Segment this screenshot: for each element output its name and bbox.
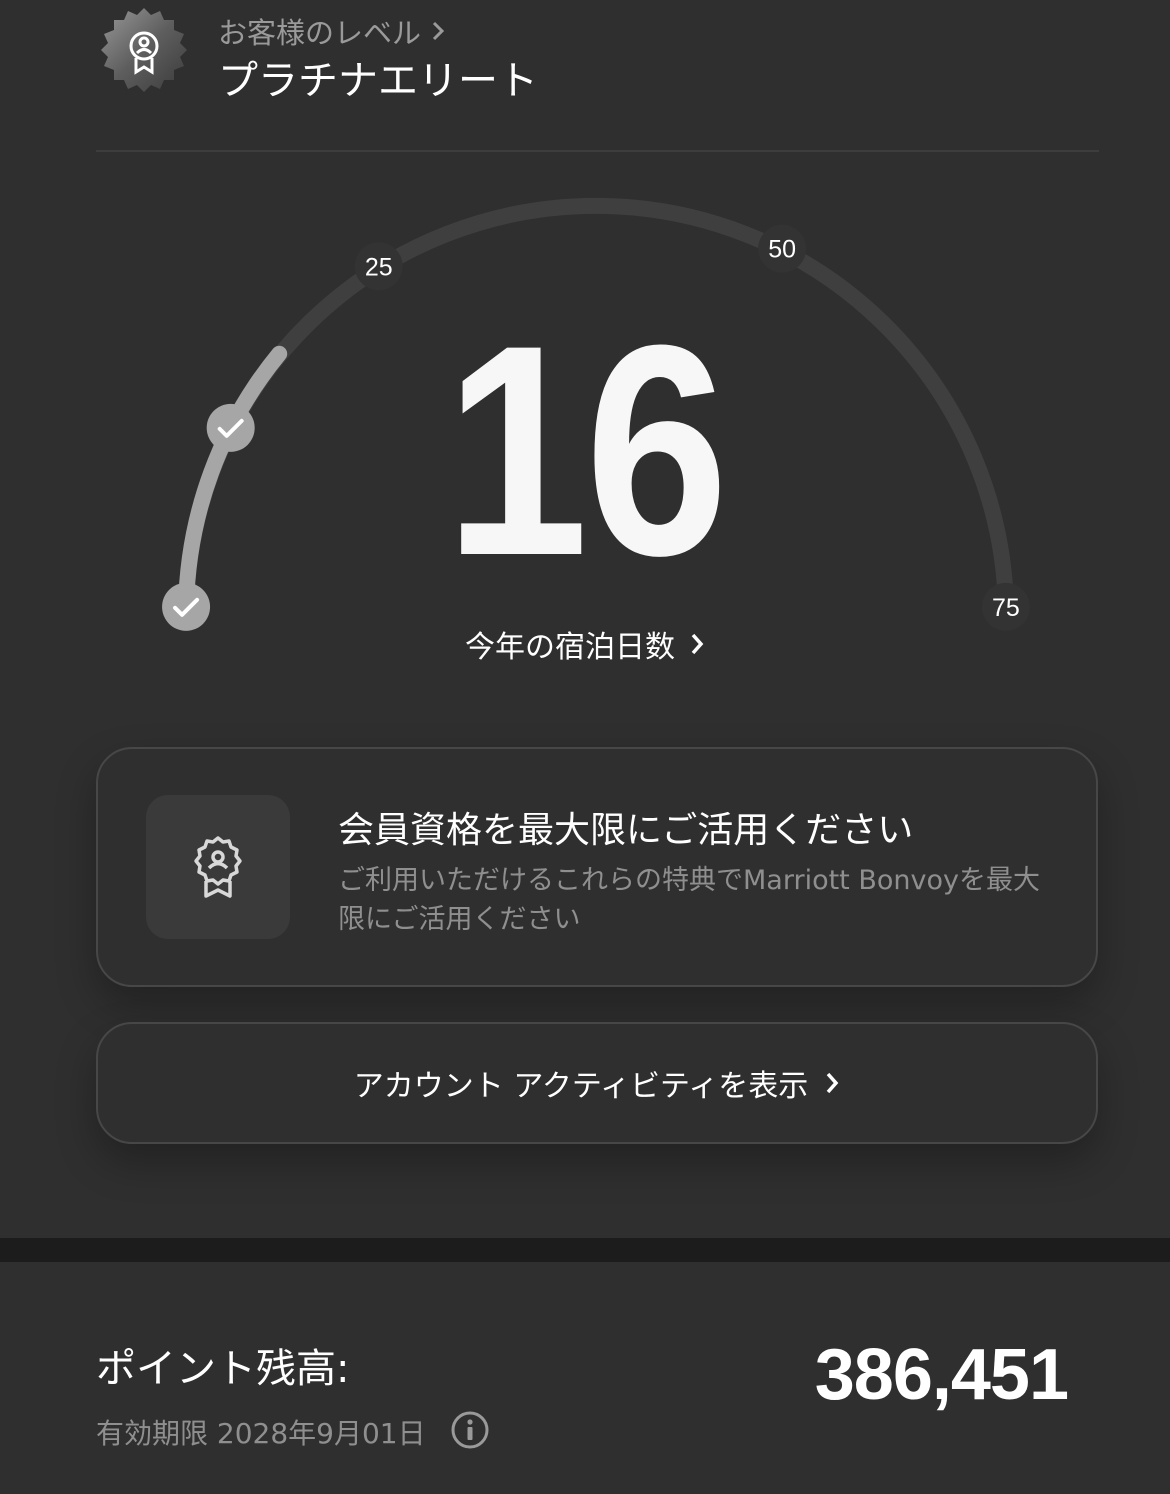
- milestone-label: 50: [768, 236, 796, 264]
- section-separator: [0, 1238, 1170, 1262]
- tier-name: プラチナエリート: [218, 58, 538, 104]
- milestone-label: 25: [365, 253, 393, 281]
- chevron-right-icon: [826, 1072, 839, 1094]
- info-icon[interactable]: [450, 1410, 490, 1450]
- milestone-marker: 50: [758, 224, 807, 273]
- award-ribbon-icon: [194, 836, 242, 898]
- milestone-marker: 25: [354, 242, 403, 291]
- nights-count: 16: [444, 282, 729, 618]
- nights-label: 今年の宿泊日数: [465, 630, 675, 665]
- chevron-right-icon: [432, 21, 445, 41]
- benefits-card[interactable]: 会員資格を最大限にご活用ください ご利用いただけるこれらの特典でMarriott…: [96, 747, 1098, 987]
- nights-label-link[interactable]: 今年の宿泊日数: [0, 622, 1170, 666]
- activity-button-label: アカウント アクティビティを表示: [353, 1069, 809, 1104]
- divider: [96, 150, 1099, 152]
- tier-label-link[interactable]: お客様のレベル: [218, 10, 445, 52]
- tier-badge-icon: [101, 8, 187, 92]
- benefits-title: 会員資格を最大限にご活用ください: [338, 810, 914, 851]
- benefits-icon-box: [146, 795, 290, 939]
- points-balance-label: ポイント残高:: [96, 1346, 350, 1392]
- tier-label: お客様のレベル: [218, 16, 422, 50]
- chevron-right-icon: [691, 633, 704, 655]
- view-account-activity-button[interactable]: アカウント アクティビティを表示: [96, 1022, 1098, 1144]
- benefits-description: ご利用いただけるこれらの特典でMarriott Bonvoyを最大限にご活用くだ…: [338, 865, 1040, 935]
- points-balance-value: 386,451: [814, 1335, 1069, 1415]
- points-expiry: 有効期限 2028年9月01日: [96, 1417, 426, 1450]
